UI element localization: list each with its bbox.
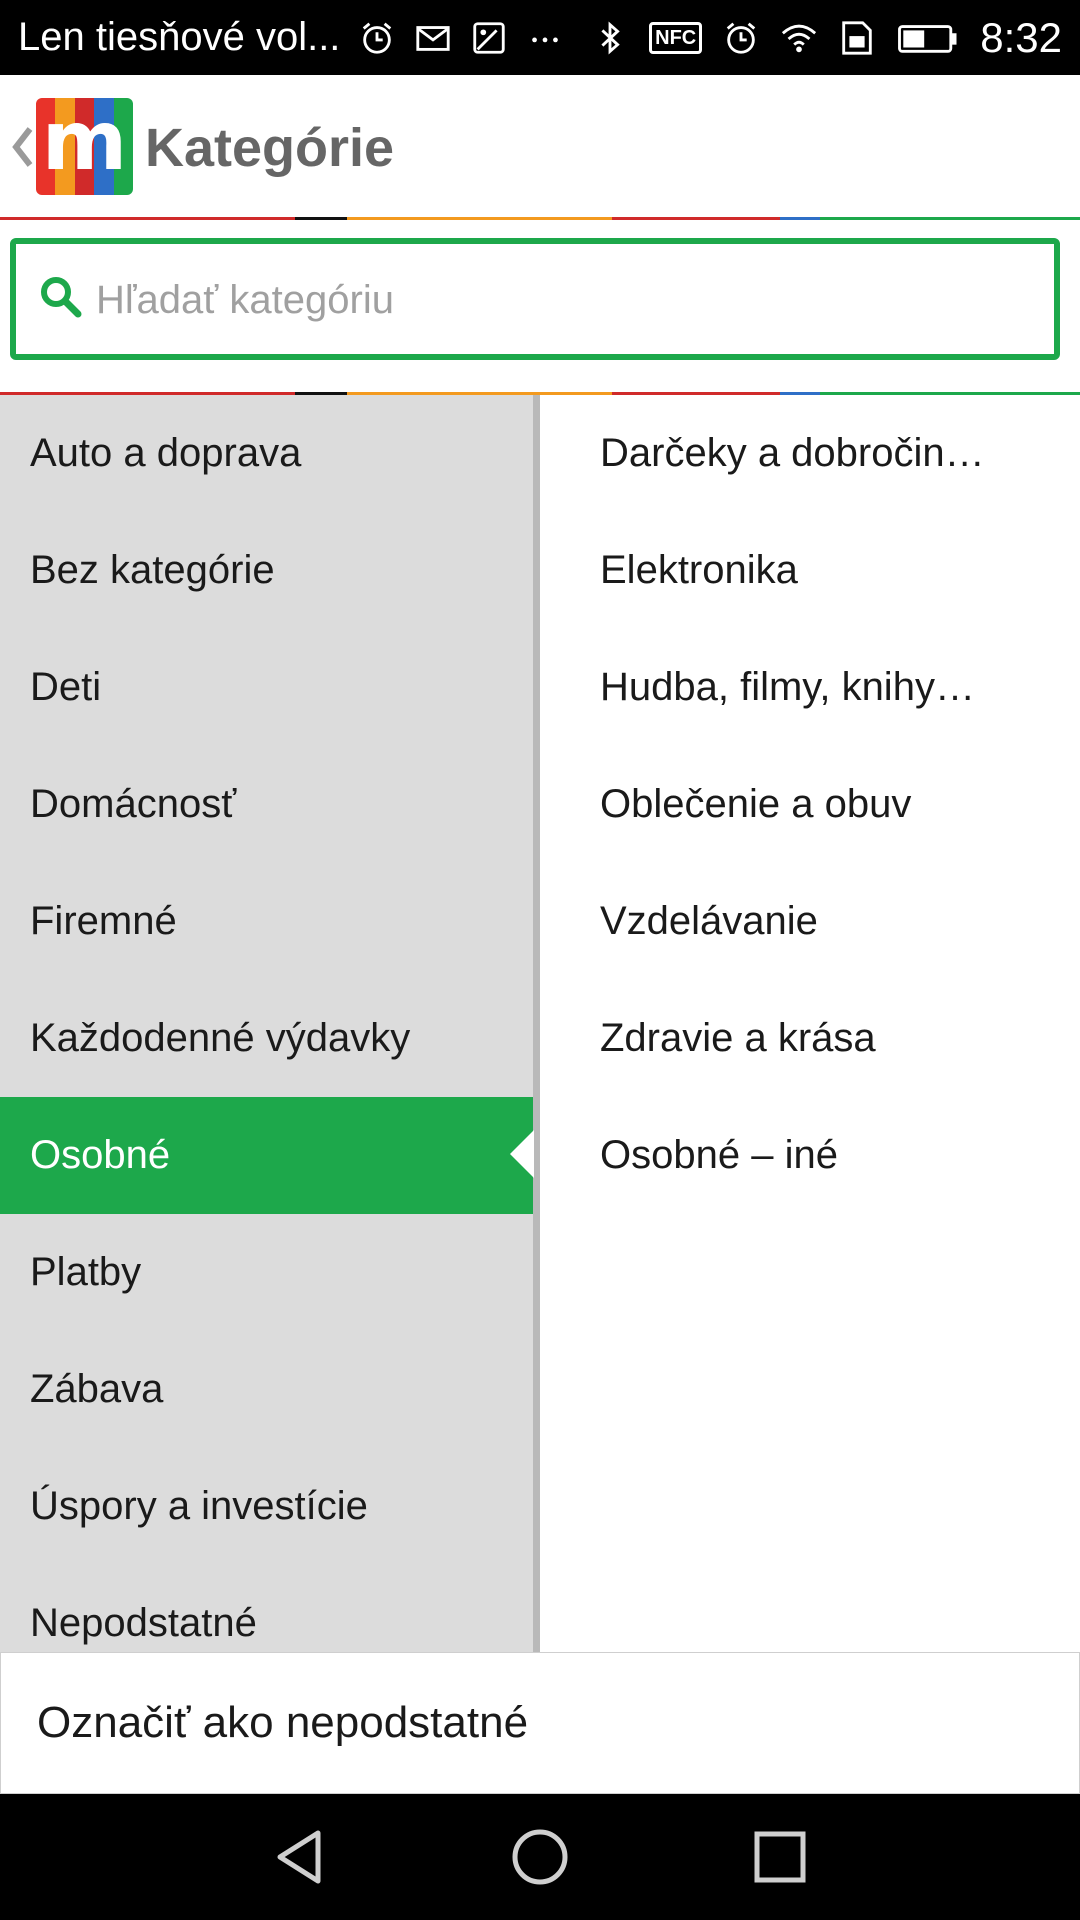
status-bar: Len tiesňové vol... NFC 8:32	[0, 0, 1080, 75]
category-item[interactable]: Deti	[0, 629, 533, 746]
category-item[interactable]: Každodenné výdavky	[0, 980, 533, 1097]
alarm-icon	[722, 19, 760, 57]
app-header: m Kategórie	[0, 75, 1080, 218]
column-divider	[533, 395, 540, 1652]
page-title: Kategórie	[145, 118, 395, 178]
mark-unessential-button[interactable]: Označiť ako nepodstatné	[0, 1652, 1080, 1794]
mail-icon	[414, 19, 452, 57]
subcategory-item[interactable]: Oblečenie a obuv	[540, 746, 1080, 863]
category-label: Úspory a investície	[30, 1484, 368, 1528]
nfc-icon: NFC	[649, 21, 703, 54]
search-input[interactable]	[94, 264, 1038, 336]
status-carrier-text: Len tiesňové vol...	[18, 15, 341, 59]
app-logo[interactable]: m	[36, 98, 133, 195]
category-item[interactable]: Nepodstatné	[0, 1565, 533, 1652]
category-label: Auto a doprava	[30, 431, 302, 475]
navigation-bar	[0, 1794, 1080, 1920]
sim-icon	[838, 19, 876, 57]
category-item[interactable]: Platby	[0, 1214, 533, 1331]
selection-pointer	[510, 1130, 534, 1178]
more-icon	[526, 19, 564, 57]
subcategory-item[interactable]: Zdravie a krása	[540, 980, 1080, 1097]
home-icon[interactable]	[510, 1827, 570, 1887]
search-box[interactable]	[10, 238, 1060, 360]
category-item[interactable]: Úspory a investície	[0, 1448, 533, 1565]
category-label: Platby	[30, 1250, 142, 1294]
alarm-icon	[358, 19, 396, 57]
back-chevron-icon[interactable]	[10, 127, 36, 167]
category-list[interactable]: Auto a doprava Bez kategórie Deti Domácn…	[0, 395, 533, 1652]
category-item[interactable]: Auto a doprava	[0, 395, 533, 512]
category-label: Nepodstatné	[30, 1601, 257, 1645]
category-label: Deti	[30, 665, 102, 709]
subcategory-list[interactable]: Darčeky a dobročin… Elektronika Hudba, f…	[540, 395, 1080, 1652]
back-icon[interactable]	[270, 1827, 330, 1887]
status-time: 8:32	[980, 13, 1062, 61]
category-label: Každodenné výdavky	[30, 1016, 411, 1060]
category-item-selected[interactable]: Osobné	[0, 1097, 533, 1214]
category-item[interactable]: Bez kategórie	[0, 512, 533, 629]
subcategory-label: Hudba, filmy, knihy…	[600, 665, 975, 709]
subcategory-item[interactable]: Darčeky a dobročin…	[540, 395, 1080, 512]
subcategory-label: Darčeky a dobročin…	[600, 431, 985, 475]
subcategory-item[interactable]: Elektronika	[540, 512, 1080, 629]
subcategory-label: Oblečenie a obuv	[600, 782, 912, 826]
search-icon	[38, 274, 84, 320]
logo-letter: m	[41, 98, 128, 189]
subcategory-item[interactable]: Vzdelávanie	[540, 863, 1080, 980]
wifi-icon	[780, 19, 818, 57]
subcategory-label: Zdravie a krása	[600, 1016, 876, 1060]
category-label: Firemné	[30, 899, 177, 943]
recents-icon[interactable]	[750, 1827, 810, 1887]
subcategory-label: Vzdelávanie	[600, 899, 818, 943]
subcategory-item[interactable]: Hudba, filmy, knihy…	[540, 629, 1080, 746]
category-label: Domácnosť	[30, 782, 237, 826]
category-item[interactable]: Firemné	[0, 863, 533, 980]
bluetooth-icon	[591, 19, 629, 57]
color-divider-top	[0, 217, 1080, 220]
subcategory-label: Elektronika	[600, 548, 798, 592]
subcategory-label: Osobné – iné	[600, 1133, 838, 1177]
gallery-icon	[470, 19, 508, 57]
battery-icon	[896, 19, 960, 57]
category-item[interactable]: Zábava	[0, 1331, 533, 1448]
category-item[interactable]: Domácnosť	[0, 746, 533, 863]
mark-unessential-label: Označiť ako nepodstatné	[37, 1698, 529, 1747]
subcategory-item[interactable]: Osobné – iné	[540, 1097, 1080, 1214]
category-label: Zábava	[30, 1367, 164, 1411]
category-label: Bez kategórie	[30, 548, 275, 592]
category-label: Osobné	[30, 1133, 171, 1177]
